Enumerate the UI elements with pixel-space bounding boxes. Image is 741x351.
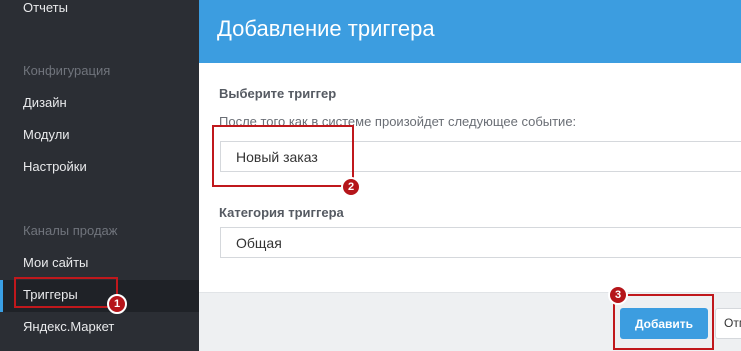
modal-title: Добавление триггера	[217, 16, 435, 41]
category-select-value: Общая	[236, 235, 282, 251]
sidebar-item-reports[interactable]: Отчеты	[23, 0, 68, 15]
cancel-button[interactable]: Отмена	[715, 308, 741, 339]
sidebar-item-modules[interactable]: Модули	[23, 127, 70, 142]
step-badge-1: 1	[107, 294, 127, 314]
sidebar-item-design[interactable]: Дизайн	[23, 95, 67, 110]
trigger-label: Выберите триггер	[219, 86, 337, 101]
highlight-box-1	[14, 277, 118, 308]
sidebar-item-settings[interactable]: Настройки	[23, 159, 87, 174]
sidebar-item-my-sites[interactable]: Мои сайты	[23, 255, 88, 270]
highlight-box-3	[613, 294, 714, 350]
sidebar-section-config: Конфигурация	[23, 63, 111, 78]
sidebar-section-channels: Каналы продаж	[23, 223, 118, 238]
step-badge-2: 2	[341, 177, 361, 197]
step-badge-3: 3	[608, 285, 628, 305]
category-select[interactable]: Общая	[220, 227, 741, 258]
category-label: Категория триггера	[219, 205, 344, 220]
modal-header: Добавление триггера	[199, 0, 741, 63]
sidebar-item-yandex-market[interactable]: Яндекс.Маркет	[23, 319, 114, 334]
sidebar-active-indicator	[0, 280, 3, 312]
highlight-box-2	[212, 125, 354, 187]
